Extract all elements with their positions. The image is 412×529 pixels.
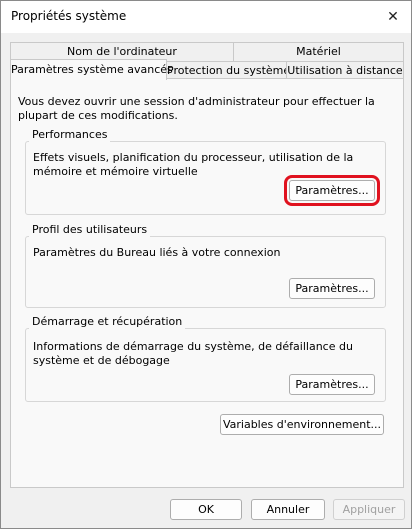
profil-label: Profil des utilisateurs (29, 223, 151, 237)
close-icon[interactable]: ✕ (375, 1, 411, 33)
demarrage-description: Informations de démarrage du système, de… (33, 340, 353, 367)
profil-settings-button[interactable]: Paramètres... (289, 278, 375, 299)
apply-button[interactable]: Appliquer (333, 499, 405, 520)
performances-settings-button[interactable]: Paramètres... (284, 175, 380, 206)
environment-variables-button[interactable]: Variables d'environnement... (220, 414, 384, 435)
cancel-button[interactable]: Annuler (251, 499, 325, 520)
system-properties-window: Propriétés système ✕ Nom de l'ordinateur… (0, 0, 412, 529)
performances-description: Effets visuels, planification du process… (33, 151, 354, 178)
tab-advanced-settings[interactable]: Paramètres système avancés (10, 59, 173, 80)
tab-hardware[interactable]: Matériel (233, 42, 404, 61)
profil-description: Paramètres du Bureau liés à votre connex… (33, 246, 281, 259)
demarrage-settings-button[interactable]: Paramètres... (289, 374, 375, 395)
title-bar[interactable]: Propriétés système ✕ (1, 1, 411, 33)
admin-notice: Vous devez ouvrir une session d'administ… (18, 95, 375, 122)
window-title: Propriétés système (11, 9, 127, 23)
performances-label: Performances (29, 128, 111, 142)
ok-button[interactable]: OK (170, 499, 242, 520)
demarrage-label: Démarrage et récupération (29, 315, 186, 329)
